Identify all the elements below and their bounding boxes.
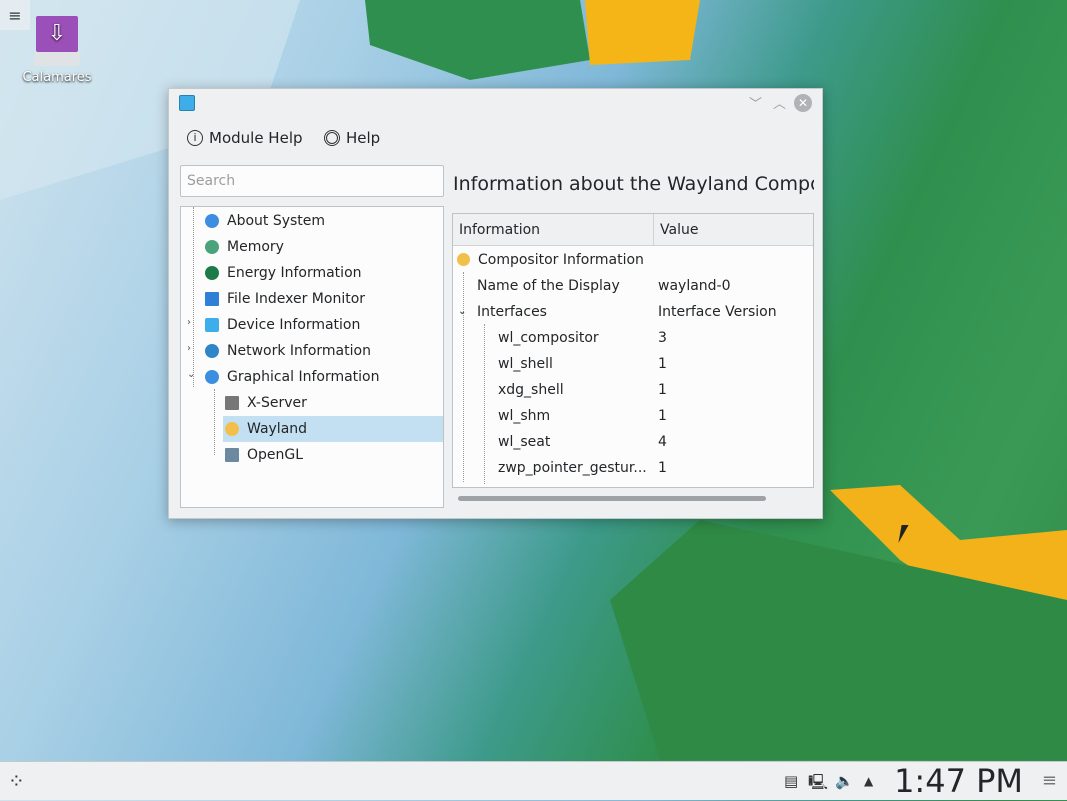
file-icon	[205, 292, 219, 306]
row-value: Interface Version	[658, 304, 777, 320]
row-name: zwp_pointer_gestur...	[498, 460, 647, 476]
app-launcher-icon[interactable]: ⁘	[8, 769, 25, 793]
memory-icon	[205, 240, 219, 254]
x-icon	[225, 396, 239, 410]
tree-label: OpenGL	[247, 447, 304, 463]
row-name: wl_seat	[498, 434, 551, 450]
device-icon	[205, 318, 219, 332]
page-title: Information about the Wayland Compositor	[453, 173, 814, 195]
row-value: wayland-0	[658, 278, 731, 294]
app-icon	[179, 95, 195, 111]
network-icon[interactable]: 🖳	[808, 772, 828, 797]
calamares-icon: ⇩	[34, 16, 80, 66]
help-button[interactable]: Help	[324, 129, 380, 147]
tree-label: Memory	[227, 239, 284, 255]
row-value: 1	[658, 460, 667, 476]
tree-item-energy[interactable]: Energy Information	[205, 260, 362, 286]
tree-item-about-system[interactable]: About System	[205, 208, 325, 234]
row-name: Compositor Information	[478, 252, 644, 268]
taskbar: ⁘ ▤ 🖳 🔈 ▲ 1:47 PM ≡	[0, 761, 1067, 800]
tree-label: File Indexer Monitor	[227, 291, 366, 307]
tray-expand-icon[interactable]: ▲	[864, 774, 873, 788]
tree-label: X-Server	[247, 395, 307, 411]
expand-arrow-icon[interactable]: ›	[187, 317, 191, 328]
row-value: 1	[658, 382, 667, 398]
network-icon	[205, 344, 219, 358]
wayland-icon	[457, 253, 470, 266]
lifebuoy-icon	[324, 130, 340, 146]
row-value: 1	[658, 356, 667, 372]
column-header-information[interactable]: Information	[453, 214, 654, 246]
tree-item-network-info[interactable]: Network Information	[205, 338, 371, 364]
info-center-window: ﹀ ︿ ✕ i Module Help Help › › ⌄ About Syst…	[168, 88, 823, 519]
tree-label: Device Information	[227, 317, 361, 333]
monitor-icon	[225, 448, 239, 462]
desktop-icon-label: Calamares	[22, 70, 92, 85]
expand-arrow-icon[interactable]: ›	[187, 343, 191, 354]
row-name: wl_shell	[498, 356, 553, 372]
close-button[interactable]: ✕	[794, 94, 812, 112]
tree-label: About System	[227, 213, 326, 229]
info-table: Information Value Compositor Information…	[452, 213, 814, 488]
row-name: Interfaces	[477, 304, 547, 320]
tree-item-x-server[interactable]: X-Server	[225, 390, 443, 416]
tree-item-graphical-info[interactable]: Graphical Information	[205, 364, 380, 390]
horizontal-scrollbar[interactable]	[458, 496, 766, 501]
minimize-button[interactable]: ﹀	[749, 93, 762, 112]
volume-icon[interactable]: 🔈	[835, 772, 854, 790]
collapse-arrow-icon[interactable]: ⌄	[187, 369, 195, 380]
row-value: 3	[658, 330, 667, 346]
table-row[interactable]: Compositor Information	[457, 247, 644, 273]
row-name: wl_shm	[498, 408, 551, 424]
help-label: Help	[346, 129, 381, 147]
wayland-icon	[225, 422, 239, 436]
tree-label: Wayland	[247, 421, 308, 437]
energy-icon	[205, 266, 219, 280]
clock[interactable]: 1:47 PM	[894, 762, 1023, 801]
column-header-value[interactable]: Value	[654, 214, 813, 246]
maximize-button[interactable]: ︿	[773, 93, 786, 112]
tree-label: Energy Information	[227, 265, 362, 281]
globe-icon	[205, 370, 219, 384]
module-help-label: Module Help	[209, 129, 303, 147]
tree-item-file-indexer[interactable]: File Indexer Monitor	[205, 286, 365, 312]
tree-label: Graphical Information	[227, 369, 380, 385]
row-name: Name of the Display	[477, 278, 620, 294]
tree-item-wayland[interactable]: Wayland	[223, 416, 443, 442]
tree-item-device-info[interactable]: Device Information	[205, 312, 360, 338]
tree-item-memory[interactable]: Memory	[205, 234, 284, 260]
search-input[interactable]	[180, 165, 444, 197]
row-name: xdg_shell	[498, 382, 564, 398]
collapse-arrow-icon[interactable]: ⌄	[458, 299, 466, 325]
table-row[interactable]: Name of the Display	[477, 273, 620, 299]
module-help-button[interactable]: i Module Help	[187, 129, 303, 147]
panel-options-icon[interactable]: ≡	[1042, 770, 1057, 791]
row-value: 1	[658, 408, 667, 424]
tree-item-opengl[interactable]: OpenGL	[225, 442, 303, 468]
info-icon	[205, 214, 219, 228]
desktop-icon-calamares[interactable]: ⇩ Calamares	[14, 16, 100, 85]
row-value: 4	[658, 434, 667, 450]
module-tree: › › ⌄ About System Memory Energy Informa…	[180, 206, 444, 508]
info-icon: i	[187, 130, 203, 146]
tree-label: Network Information	[227, 343, 371, 359]
usb-device-icon[interactable]: ▤	[784, 772, 798, 790]
row-name: wl_compositor	[498, 330, 599, 346]
